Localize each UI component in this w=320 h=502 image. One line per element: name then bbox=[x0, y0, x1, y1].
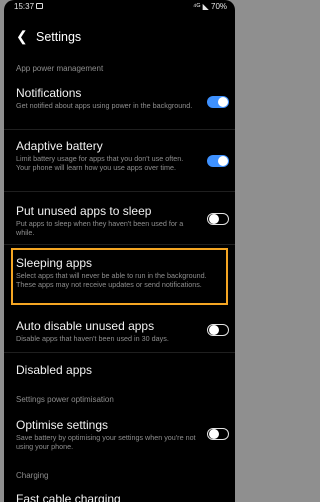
item-title: Fast cable charging bbox=[16, 492, 121, 502]
item-description: Get notified about apps using power in t… bbox=[16, 101, 193, 110]
item-title: Optimise settings bbox=[16, 418, 109, 432]
toggle-knob bbox=[208, 324, 219, 335]
section-header-app-power: App power management bbox=[16, 64, 104, 73]
item-description: Disable apps that haven't been used in 3… bbox=[16, 334, 169, 343]
toggle-knob bbox=[208, 213, 219, 224]
section-header-settings-power-optimisation: Settings power optimisation bbox=[16, 395, 114, 404]
adaptive-battery-toggle[interactable] bbox=[207, 155, 229, 167]
divider bbox=[4, 191, 235, 192]
item-title: Notifications bbox=[16, 86, 82, 100]
item-title: Disabled apps bbox=[16, 363, 93, 377]
app-header: ❮ Settings bbox=[4, 24, 235, 52]
toggle-knob bbox=[218, 156, 228, 166]
phone-screen: 15:37 ⁴ᴳ ◣ 70% ❮ Settings App power mana… bbox=[4, 0, 235, 502]
toggle-knob bbox=[208, 428, 219, 439]
auto-disable-unused-apps-toggle[interactable] bbox=[207, 324, 229, 336]
item-title: Put unused apps to sleep bbox=[16, 204, 152, 218]
section-header-charging: Charging bbox=[16, 471, 49, 480]
gallery-notification-icon bbox=[36, 3, 43, 9]
status-indicators: ⁴ᴳ ◣ 70% bbox=[192, 2, 227, 11]
divider bbox=[4, 129, 235, 130]
status-time: 15:37 bbox=[14, 2, 35, 11]
sleeping-apps-highlight bbox=[11, 248, 228, 305]
optimise-settings-toggle[interactable] bbox=[207, 428, 229, 440]
back-arrow-icon[interactable]: ❮ bbox=[16, 29, 28, 43]
divider bbox=[4, 244, 235, 245]
item-title: Adaptive battery bbox=[16, 139, 103, 153]
page-title: Settings bbox=[36, 30, 82, 44]
item-title: Auto disable unused apps bbox=[16, 319, 155, 333]
put-unused-apps-to-sleep-toggle[interactable] bbox=[207, 213, 229, 225]
divider bbox=[4, 352, 235, 353]
toggle-knob bbox=[218, 97, 228, 107]
item-description: Put apps to sleep when they haven't been… bbox=[16, 219, 184, 238]
status-bar: 15:37 ⁴ᴳ ◣ 70% bbox=[4, 0, 235, 14]
notifications-toggle[interactable] bbox=[207, 96, 229, 108]
item-description: Save battery by optimising your settings… bbox=[16, 433, 196, 452]
item-description: Limit battery usage for apps that you do… bbox=[16, 154, 184, 173]
